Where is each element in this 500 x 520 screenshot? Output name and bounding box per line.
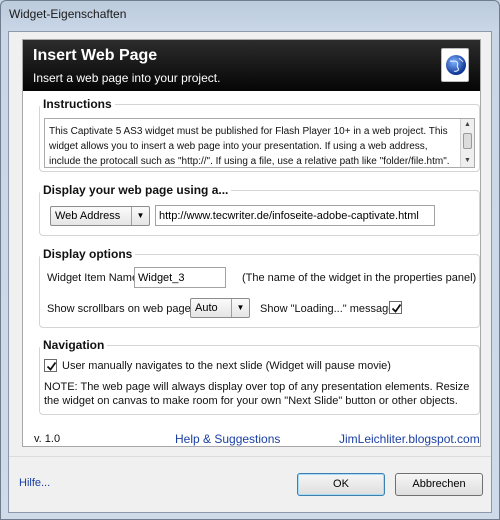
- display-source-section: Display your web page using a... Web Add…: [39, 183, 480, 236]
- display-options-label: Display options: [40, 247, 136, 261]
- globe-page-icon: [441, 48, 469, 82]
- instructions-section: Instructions This Captivate 5 AS3 widget…: [39, 97, 480, 172]
- scrollbars-select[interactable]: Auto ▼: [190, 298, 250, 318]
- instructions-text: This Captivate 5 AS3 widget must be publ…: [49, 126, 450, 167]
- checkmark-icon: [391, 303, 402, 313]
- scroll-up-icon[interactable]: ▲: [461, 119, 474, 131]
- instructions-scrollbar[interactable]: ▲ ▼: [460, 119, 474, 167]
- widget-header: Insert Web Page Insert a web page into y…: [23, 40, 480, 91]
- widget-name-label: Widget Item Name: [47, 272, 139, 284]
- source-type-select[interactable]: Web Address ▼: [50, 206, 150, 226]
- url-field[interactable]: [155, 205, 435, 226]
- widget-name-input[interactable]: [135, 268, 225, 287]
- window-title: Widget-Eigenschaften: [9, 7, 127, 21]
- navigation-label: Navigation: [40, 338, 108, 352]
- display-source-label: Display your web page using a...: [40, 183, 232, 197]
- help-suggestions-link[interactable]: Help & Suggestions: [175, 432, 280, 446]
- scrollbars-label: Show scrollbars on web page: [47, 303, 191, 315]
- chevron-down-icon[interactable]: ▼: [131, 207, 149, 225]
- loading-checkbox[interactable]: [389, 301, 402, 314]
- display-options-section: Display options Widget Item Name (The na…: [39, 247, 480, 328]
- blog-link[interactable]: JimLeichliter.blogspot.com: [339, 432, 480, 446]
- dialog-footer: Hilfe... OK Abbrechen: [9, 456, 491, 512]
- navigation-note: NOTE: The web page will always display o…: [44, 381, 470, 407]
- cancel-button[interactable]: Abbrechen: [395, 473, 483, 496]
- manual-nav-checkbox[interactable]: [44, 359, 57, 372]
- instructions-textbox[interactable]: This Captivate 5 AS3 widget must be publ…: [44, 118, 475, 168]
- checkmark-icon: [46, 361, 57, 371]
- loading-label: Show "Loading..." message: [260, 303, 395, 315]
- chevron-down-icon[interactable]: ▼: [231, 299, 249, 317]
- scroll-down-icon[interactable]: ▼: [461, 155, 474, 167]
- navigation-section: Navigation User manually navigates to th…: [39, 338, 480, 415]
- widget-name-field[interactable]: [134, 267, 226, 288]
- url-input[interactable]: [156, 206, 434, 225]
- widget-name-hint: (The name of the widget in the propertie…: [242, 272, 477, 284]
- source-type-value: Web Address: [55, 210, 121, 222]
- dialog-window: Widget-Eigenschaften Insert Web Page Ins…: [0, 0, 500, 520]
- widget-panel: Insert Web Page Insert a web page into y…: [22, 39, 481, 447]
- dialog-client-area: Insert Web Page Insert a web page into y…: [8, 31, 492, 513]
- header-subtitle: Insert a web page into your project.: [33, 71, 221, 85]
- version-label: v. 1.0: [34, 433, 61, 445]
- ok-button[interactable]: OK: [297, 473, 385, 496]
- instructions-label: Instructions: [40, 97, 115, 111]
- scrollbars-value: Auto: [195, 302, 218, 314]
- scroll-thumb[interactable]: [463, 133, 472, 149]
- header-title: Insert Web Page: [33, 47, 158, 64]
- help-link[interactable]: Hilfe...: [19, 477, 50, 489]
- manual-nav-label: User manually navigates to the next slid…: [62, 360, 391, 372]
- title-bar[interactable]: Widget-Eigenschaften: [1, 1, 499, 29]
